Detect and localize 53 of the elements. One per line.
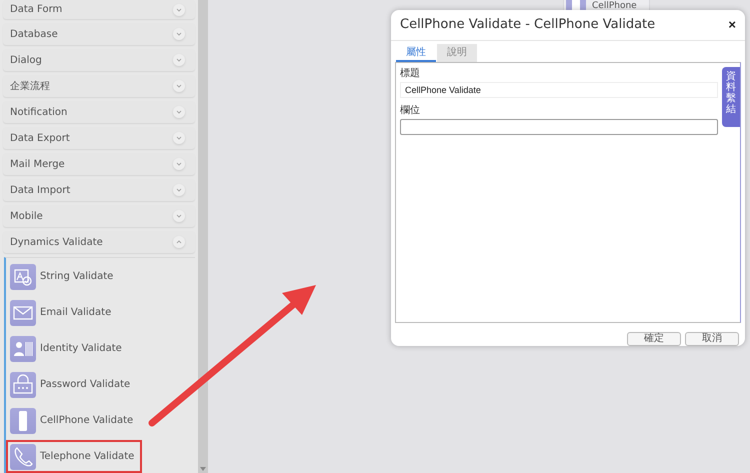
category-label: Dialog [10, 54, 42, 66]
toolbox-item[interactable]: String Validate [6, 260, 122, 294]
category-label: Data Form [10, 4, 62, 16]
category-header[interactable]: Data Import [3, 179, 195, 202]
dialog-button[interactable]: 確定 [627, 332, 681, 346]
input-field[interactable]: CellPhone Validate [400, 82, 718, 98]
category-header[interactable]: Mobile [3, 205, 195, 228]
telephone-validate-icon [10, 444, 36, 470]
scrollbar[interactable] [198, 0, 208, 473]
toolbox-item[interactable]: Telephone Validate [6, 440, 142, 473]
category-header[interactable]: Dynamics Validate [3, 231, 195, 254]
dialog-button[interactable]: 取消 [685, 332, 739, 346]
chevron-icon [173, 54, 185, 66]
toolbox-item[interactable]: Password Validate [6, 368, 138, 402]
category-header[interactable]: 企業流程 [3, 75, 195, 98]
chevron-icon [173, 28, 185, 40]
close-button[interactable]: × [728, 17, 736, 32]
toolbox-item[interactable]: CellPhone Validate [6, 404, 142, 438]
category-label: Data Export [10, 132, 70, 144]
input-field[interactable] [400, 119, 718, 135]
chevron-icon [173, 106, 185, 118]
category-label: Mail Merge [10, 158, 65, 170]
category-header[interactable]: Data Export [3, 127, 195, 150]
chevron-icon [173, 4, 185, 16]
identity-validate-icon [10, 336, 36, 362]
chevron-icon [173, 236, 185, 248]
field-label: 欄位 [400, 104, 421, 117]
side-tab[interactable]: 資料繫結 [722, 67, 740, 127]
password-validate-icon [10, 372, 36, 398]
chevron-icon [173, 210, 185, 222]
string-validate-icon [10, 264, 36, 290]
category-header[interactable]: Data Form [3, 0, 195, 20]
category-label: 企業流程 [10, 80, 50, 94]
category-header[interactable]: Notification [3, 101, 195, 124]
chevron-icon [173, 184, 185, 196]
chevron-icon [173, 132, 185, 144]
category-label: Database [10, 28, 58, 40]
category-label: Mobile [10, 210, 43, 222]
category-header[interactable]: Mail Merge [3, 153, 195, 176]
field-label: 標題 [400, 66, 421, 80]
category-header[interactable]: Dialog [3, 49, 195, 72]
toolbox-item[interactable]: Identity Validate [6, 332, 130, 366]
category-label: Data Import [10, 184, 70, 196]
category-label: Notification [10, 106, 68, 118]
chevron-icon [173, 80, 185, 92]
category-header[interactable]: Database [3, 23, 195, 46]
category-label: Dynamics Validate [10, 236, 103, 248]
tab[interactable]: 屬性 [396, 44, 436, 62]
email-validate-icon [10, 300, 36, 326]
chevron-icon [173, 158, 185, 170]
toolbox-item[interactable]: Email Validate [6, 296, 120, 330]
cellphone-validate-icon [10, 408, 36, 434]
dialog-title: CellPhone Validate - CellPhone Validate [400, 17, 656, 32]
